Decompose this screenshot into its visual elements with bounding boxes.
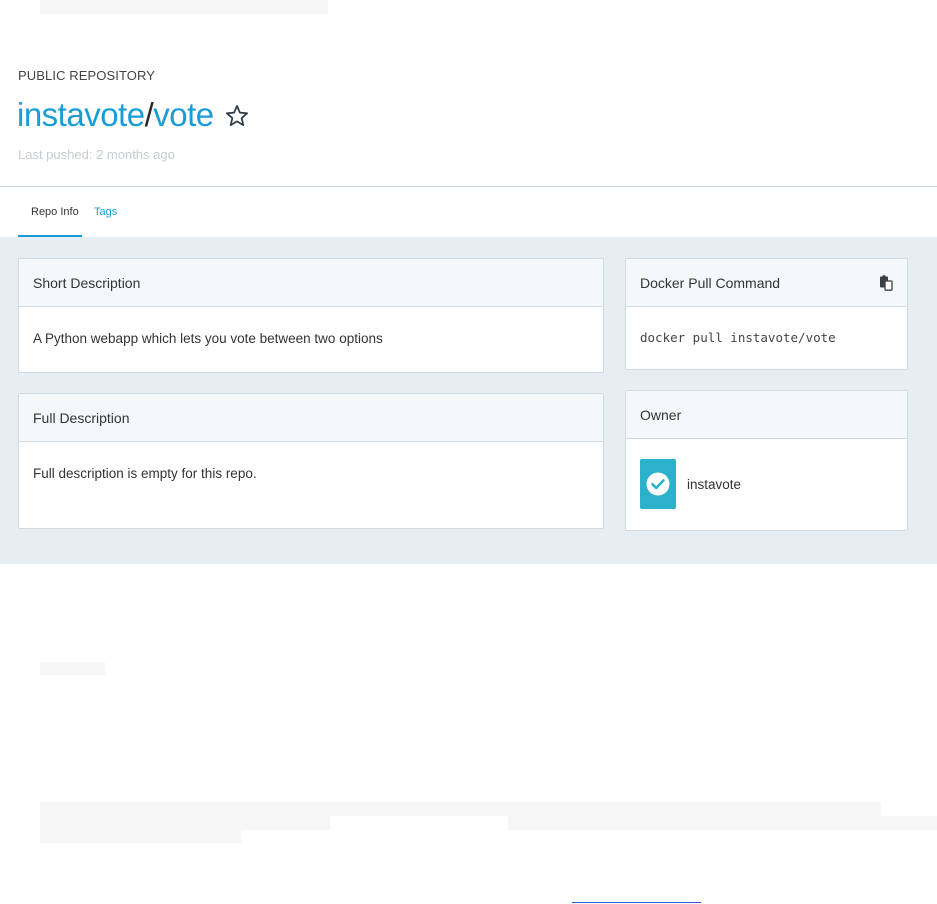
repo-visibility-label: PUBLIC REPOSITORY — [18, 68, 156, 83]
owner-card: Owner instavote — [625, 390, 908, 531]
docker-pull-command-heading: Docker Pull Command — [626, 259, 907, 307]
footer-link-underline[interactable] — [572, 902, 701, 903]
skeleton-block — [40, 0, 328, 14]
full-description-heading: Full Description — [19, 394, 603, 442]
repo-title-row: instavote/vote — [17, 96, 250, 134]
owner-info: instavote — [626, 439, 907, 529]
skeleton-block — [40, 816, 330, 830]
repo-info-panel: Short Description A Python webapp which … — [0, 237, 937, 564]
clipboard-icon[interactable] — [879, 274, 893, 291]
full-description-title: Full Description — [33, 409, 130, 426]
owner-name-link[interactable]: instavote — [687, 477, 741, 492]
skeleton-block — [40, 662, 105, 675]
owner-title: Owner — [640, 406, 682, 423]
repo-name: vote — [153, 96, 214, 133]
short-description-card: Short Description A Python webapp which … — [18, 258, 604, 373]
short-description-heading: Short Description — [19, 259, 603, 307]
repo-title: instavote/vote — [17, 96, 214, 134]
repo-title-separator: / — [144, 96, 154, 133]
docker-pull-command-text[interactable]: docker pull instavote/vote — [626, 307, 907, 368]
header-divider — [0, 186, 937, 187]
short-description-text: A Python webapp which lets you vote betw… — [33, 331, 383, 346]
owner-heading: Owner — [626, 391, 907, 439]
page: PUBLIC REPOSITORY instavote/vote Last pu… — [0, 0, 937, 904]
full-description-card: Full Description Full description is emp… — [18, 393, 604, 529]
avatar[interactable] — [640, 459, 676, 509]
short-description-title: Short Description — [33, 274, 141, 291]
tab-repo-info[interactable]: Repo Info — [18, 187, 82, 237]
docker-pull-command-title: Docker Pull Command — [640, 274, 781, 291]
star-icon[interactable] — [224, 103, 250, 129]
tab-tags[interactable]: Tags — [82, 187, 129, 237]
skeleton-block — [40, 830, 241, 843]
skeleton-block — [508, 816, 937, 830]
check-circle-icon — [646, 472, 670, 496]
skeleton-block — [40, 802, 881, 816]
repo-tabs: Repo Info Tags — [18, 187, 129, 237]
repo-namespace-link[interactable]: instavote — [17, 96, 145, 133]
full-description-text: Full description is empty for this repo. — [33, 466, 257, 481]
docker-pull-command-card: Docker Pull Command docker pull instavot… — [625, 258, 908, 370]
last-pushed-text: Last pushed: 2 months ago — [18, 147, 175, 162]
